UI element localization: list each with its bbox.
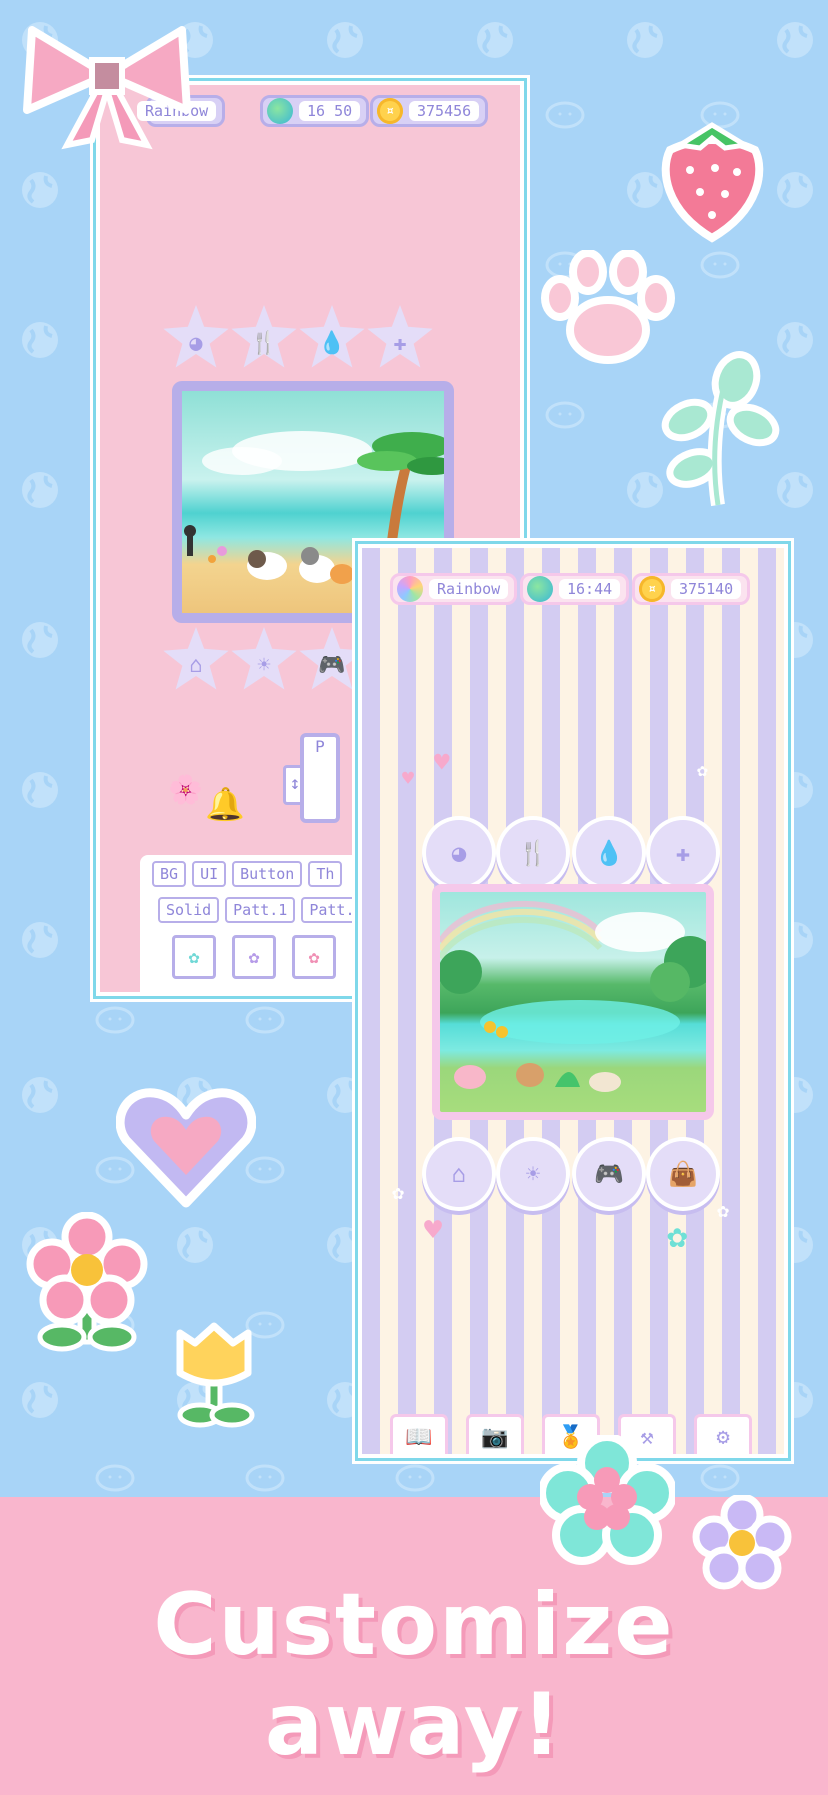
- flower-icon: ✿: [248, 946, 260, 968]
- book-button[interactable]: 📖: [390, 1414, 448, 1454]
- heart-decoration-small: ♥: [402, 766, 415, 790]
- food-button[interactable]: 🍴: [231, 305, 297, 368]
- face-icon: ◕: [451, 839, 467, 867]
- shop-button[interactable]: 👜: [650, 1141, 716, 1207]
- feed-face-button[interactable]: ◕: [163, 305, 229, 368]
- game-button[interactable]: 🎮: [576, 1141, 642, 1207]
- game-button[interactable]: 🎮: [299, 627, 365, 690]
- coin-icon: ¤: [377, 98, 403, 124]
- lamp-decoration: 🔔: [205, 785, 245, 823]
- camera-button[interactable]: 📷: [466, 1414, 524, 1454]
- time-pill: 16:44: [520, 573, 630, 605]
- time-label: 16 50: [299, 101, 361, 121]
- tab-pattern-1[interactable]: Patt.1: [225, 897, 296, 923]
- gamepad-icon: 🎮: [318, 652, 346, 678]
- settings-button[interactable]: ⚙: [694, 1414, 752, 1454]
- water-button[interactable]: 💧: [299, 305, 365, 368]
- pink-flower-sticker: [26, 1212, 148, 1352]
- tab-solid[interactable]: Solid: [158, 897, 220, 923]
- beach-icon: ☀: [257, 652, 271, 678]
- plus-icon: ✚: [675, 839, 691, 867]
- home-button[interactable]: ⌂: [426, 1141, 492, 1207]
- gamepad-icon: 🎮: [594, 1160, 624, 1188]
- heart-sticker: [116, 1088, 256, 1208]
- tab-button[interactable]: Button: [232, 861, 303, 887]
- pattern-tabs: Solid Patt.1 Patt.2: [158, 897, 372, 923]
- theme-label: Rainbow: [429, 579, 509, 599]
- beach-button[interactable]: ☀: [231, 627, 297, 690]
- coin-pill: ¤ 375456: [370, 95, 489, 127]
- heart-decoration: ♥: [424, 1213, 443, 1248]
- book-icon: 📖: [405, 1425, 433, 1450]
- coin-pill: ¤ 375140: [632, 573, 751, 605]
- side-panel[interactable]: P: [300, 733, 340, 823]
- drop-icon: 💧: [318, 330, 346, 356]
- strawberry-sticker: [661, 122, 764, 243]
- pond-scene: [432, 884, 714, 1120]
- home-button[interactable]: ⌂: [163, 627, 229, 690]
- tab-ui[interactable]: UI: [192, 861, 227, 887]
- tulip-sticker: [176, 1322, 255, 1428]
- coin-icon: ¤: [639, 576, 665, 602]
- tagline-text: Customize away!: [153, 1575, 675, 1775]
- house-icon: ⌂: [189, 652, 203, 678]
- heal-button[interactable]: ✚: [367, 305, 433, 368]
- globe-icon: [267, 98, 293, 124]
- heal-button[interactable]: ✚: [650, 820, 716, 886]
- tab-bg[interactable]: BG: [152, 861, 187, 887]
- bag-icon: 👜: [668, 1160, 698, 1188]
- paw-sticker: [541, 250, 675, 364]
- daisy-decoration: ✿: [717, 1198, 730, 1222]
- flower-icon: ✿: [308, 946, 320, 968]
- face-icon: ◕: [189, 330, 203, 356]
- water-button[interactable]: 💧: [576, 820, 642, 886]
- swatch-pink[interactable]: ✿: [292, 935, 336, 979]
- side-label: P: [315, 737, 325, 756]
- feed-face-button[interactable]: ◕: [426, 820, 492, 886]
- gear-icon: ⚙: [716, 1425, 730, 1450]
- fork-knife-icon: 🍴: [250, 330, 278, 356]
- beach-button[interactable]: ☀: [500, 1141, 566, 1207]
- food-button[interactable]: 🍴: [500, 820, 566, 886]
- pond-illustration: [440, 900, 706, 1092]
- flower-icon: ✿: [188, 946, 200, 968]
- swatch-purple[interactable]: ✿: [232, 935, 276, 979]
- swatch-teal[interactable]: ✿: [172, 935, 216, 979]
- daisy-decoration: ✿: [697, 760, 708, 781]
- fork-knife-icon: 🍴: [518, 839, 548, 867]
- daisy-decoration: ✿: [392, 1180, 405, 1204]
- coin-count: 375140: [671, 579, 742, 599]
- heart-decoration: ♥: [434, 748, 450, 778]
- leaf-sticker: [661, 351, 780, 507]
- house-icon: ⌂: [451, 1160, 467, 1188]
- category-tabs: BG UI Button Th: [152, 861, 343, 887]
- flower-decoration: ✿: [667, 1216, 688, 1256]
- coin-count: 375456: [409, 101, 480, 121]
- tab-theme[interactable]: Th: [308, 861, 343, 887]
- drop-icon: 💧: [594, 839, 624, 867]
- plus-icon: ✚: [393, 330, 407, 356]
- rainbow-icon: [397, 576, 423, 602]
- time-pill: 16 50: [260, 95, 370, 127]
- globe-icon: [527, 576, 553, 602]
- flower-pot-decoration: 🌸: [168, 773, 203, 806]
- teal-flower-sticker: [540, 1435, 675, 1565]
- front-phone-screen: Rainbow 16:44 ¤ 375140 ♥ ♥ ✿ ◕ 🍴 💧 ✚ ⌂ ☀…: [358, 544, 788, 1458]
- beach-icon: ☀: [525, 1160, 541, 1188]
- theme-pill[interactable]: Rainbow: [390, 573, 518, 605]
- time-label: 16:44: [559, 579, 621, 599]
- camera-icon: 📷: [481, 1425, 509, 1450]
- bow-sticker: [23, 26, 191, 150]
